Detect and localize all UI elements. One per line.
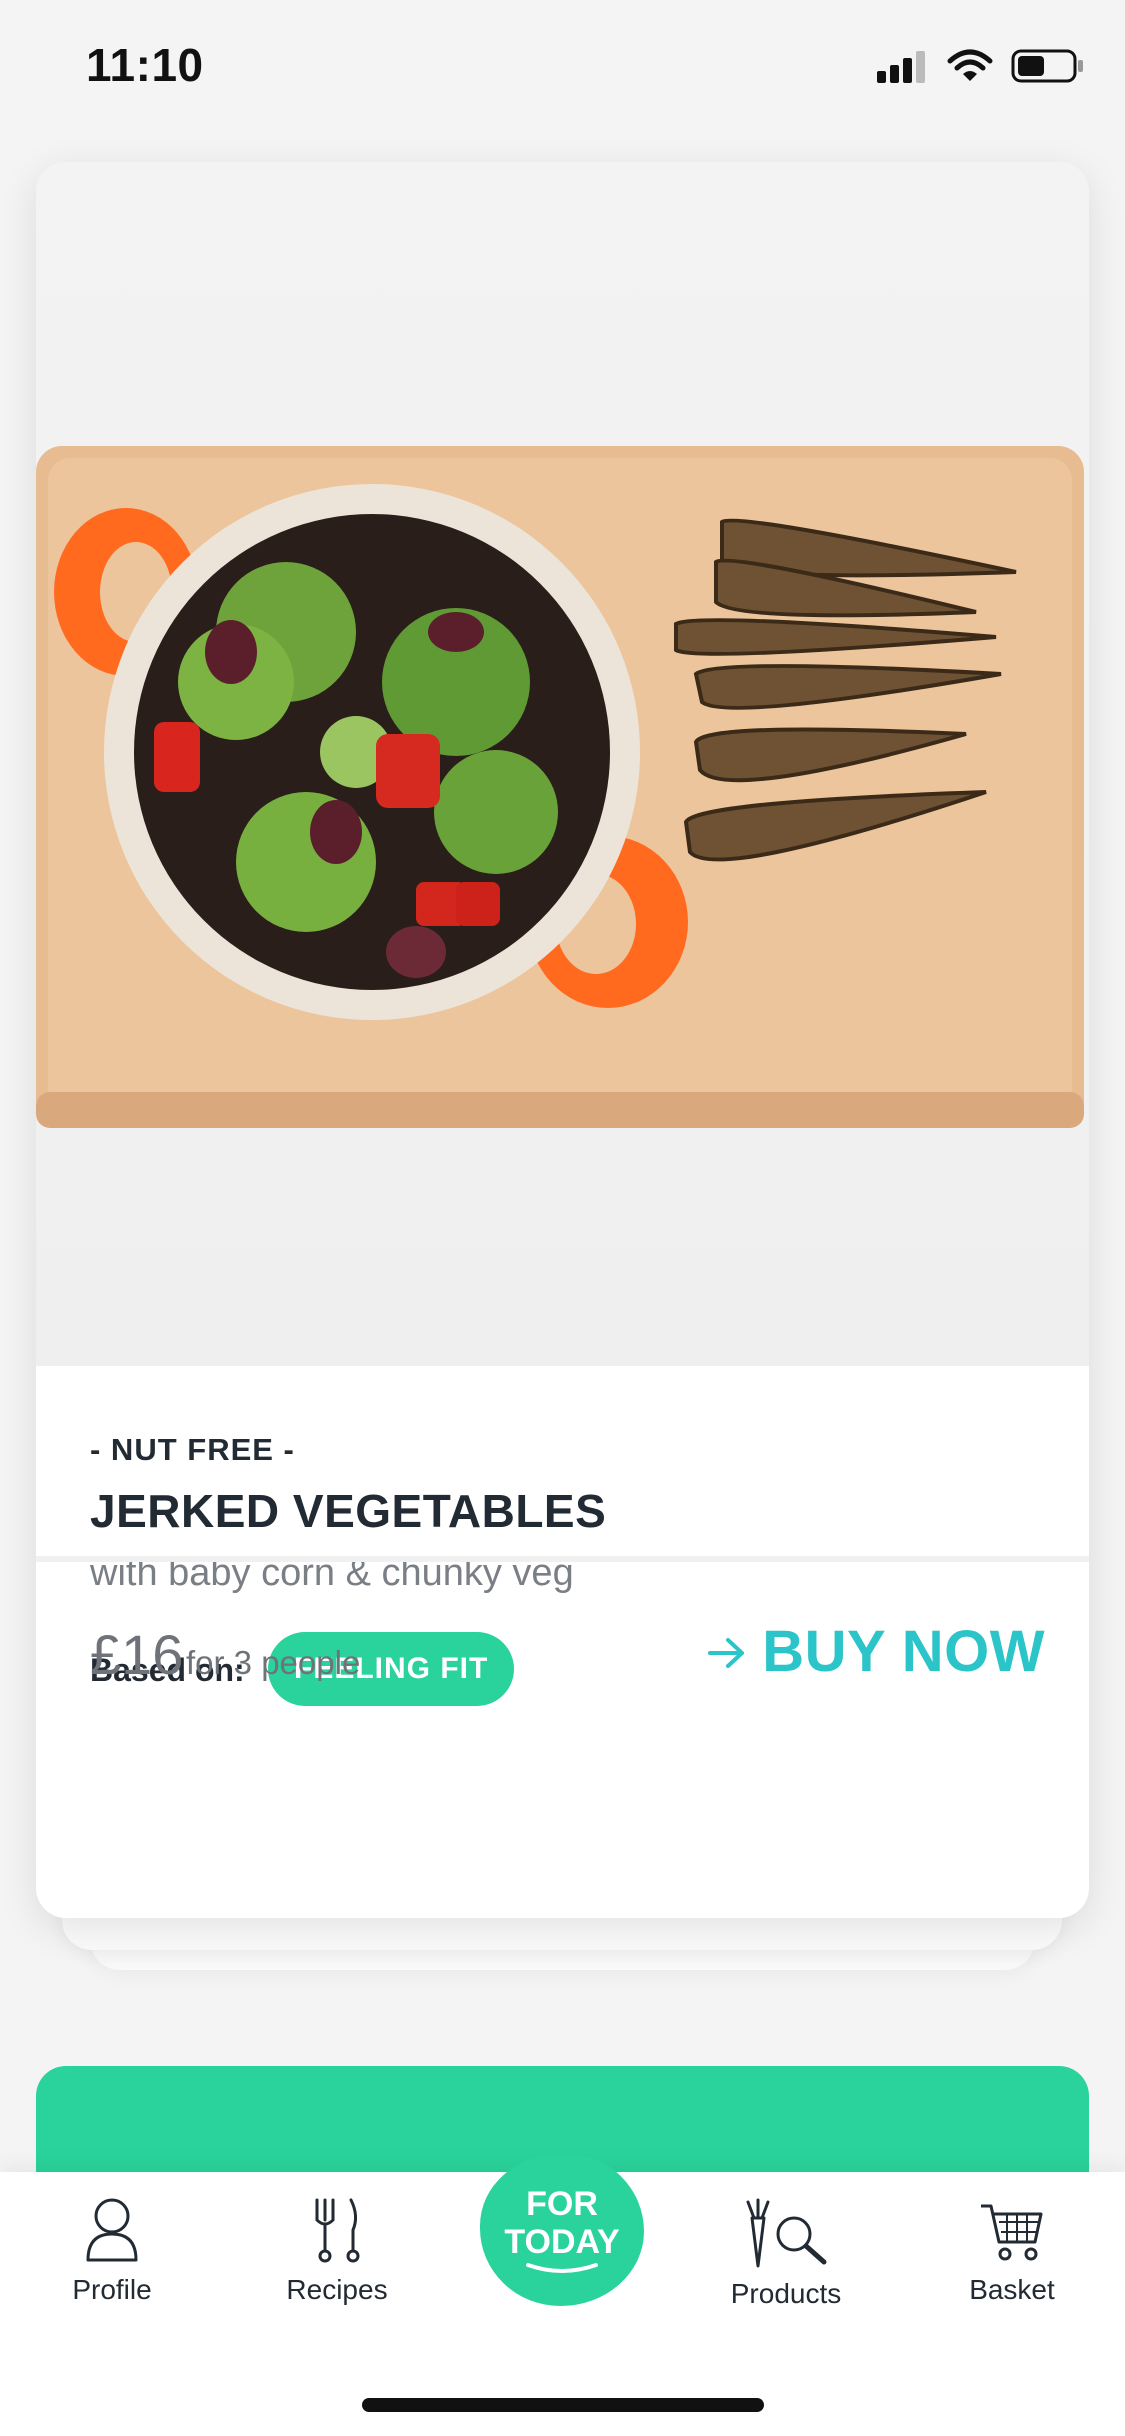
nav-products-label: Products xyxy=(730,2278,842,2309)
buy-now-button[interactable]: BUY NOW xyxy=(706,1618,1045,1685)
card-divider xyxy=(36,1556,1089,1562)
for-today-line2: TODAY xyxy=(504,2223,620,2261)
products-icon xyxy=(706,2196,866,2268)
nav-profile[interactable]: Profile xyxy=(32,2196,192,2306)
recipes-icon xyxy=(257,2196,417,2264)
diet-tag: - NUT FREE - xyxy=(90,1432,295,1467)
buy-now-label: BUY NOW xyxy=(762,1619,1045,1684)
nav-basket-label: Basket xyxy=(969,2274,1055,2305)
status-bar: 11:10 xyxy=(0,0,1125,140)
for-today-button[interactable]: FOR TODAY xyxy=(480,2154,644,2306)
for-today-line1: FOR xyxy=(526,2185,598,2223)
basket-icon xyxy=(932,2196,1092,2264)
home-indicator xyxy=(362,2398,764,2412)
smile-icon xyxy=(526,2263,598,2273)
status-icons xyxy=(877,48,1085,89)
price-note: for 3 people xyxy=(186,1644,361,1681)
recipe-title: JERKED VEGETABLES xyxy=(90,1485,607,1537)
profile-icon xyxy=(32,2196,192,2264)
nav-basket[interactable]: Basket xyxy=(932,2196,1092,2306)
arrow-right-icon xyxy=(706,1618,748,1685)
nav-products[interactable]: Products xyxy=(706,2196,866,2310)
nav-recipes[interactable]: Recipes xyxy=(257,2196,417,2306)
status-time: 11:10 xyxy=(86,39,204,91)
wifi-icon xyxy=(947,49,993,88)
recipe-photo xyxy=(36,162,1089,1366)
recipe-card[interactable]: - NUT FREE - JERKED VEGETABLES with baby… xyxy=(36,162,1089,1918)
price: £16 xyxy=(90,1623,184,1686)
nav-recipes-label: Recipes xyxy=(286,2274,388,2305)
battery-icon xyxy=(1011,48,1085,89)
signal-icon xyxy=(877,49,929,88)
nav-profile-label: Profile xyxy=(72,2274,152,2305)
